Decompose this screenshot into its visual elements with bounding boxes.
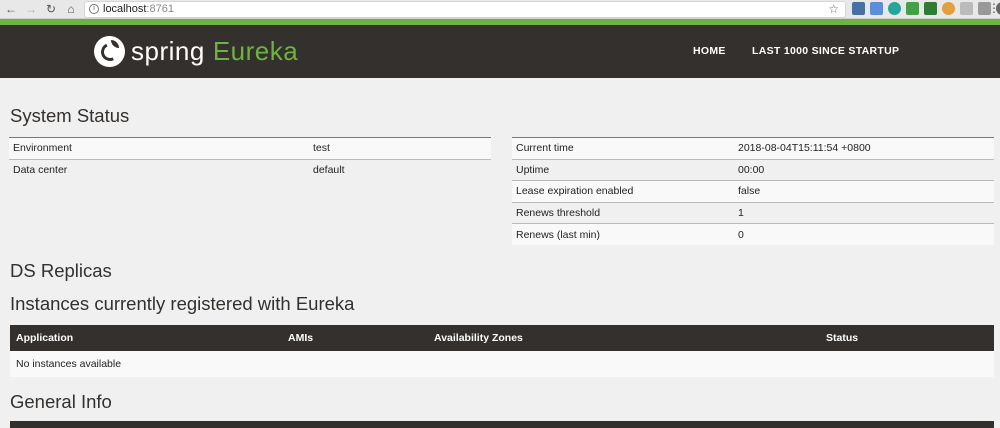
info-icon[interactable]: i — [89, 4, 99, 14]
instances-heading: Instances currently registered with Eure… — [10, 293, 355, 314]
column-header-application: Application — [10, 325, 282, 351]
status-key: Uptime — [512, 158, 734, 181]
column-header-availability-zones: Availability Zones — [428, 325, 820, 351]
table-header-row: Application AMIs Availability Zones Stat… — [10, 325, 994, 351]
system-status-left-table: Environment test Data center default — [9, 137, 491, 181]
table-row: Lease expiration enabled false — [512, 180, 994, 203]
table-row: Data center default — [9, 158, 491, 181]
table-row: Environment test — [9, 137, 491, 160]
bookmark-star-icon[interactable]: ☆ — [828, 2, 839, 17]
status-key: Renews (last min) — [512, 223, 734, 246]
extension-icon[interactable] — [870, 2, 883, 15]
status-value: 0 — [734, 223, 994, 246]
column-header-amis: AMIs — [282, 325, 428, 351]
column-header-status: Status — [820, 325, 994, 351]
status-value: 1 — [734, 201, 994, 224]
status-key: Renews threshold — [512, 201, 734, 224]
status-value: test — [309, 137, 491, 160]
status-value: false — [734, 180, 994, 203]
extension-icon[interactable] — [906, 2, 919, 15]
status-key: Current time — [512, 137, 734, 160]
nav-last-1000-link[interactable]: LAST 1000 SINCE STARTUP — [752, 45, 899, 57]
table-row: No instances available — [10, 351, 994, 377]
table-row: Renews threshold 1 — [512, 201, 994, 224]
status-value: 2018-08-04T15:11:54 +0800 — [734, 137, 994, 160]
extension-icons — [852, 2, 1000, 16]
url-port: :8761 — [146, 3, 174, 15]
empty-instances-message: No instances available — [10, 351, 994, 377]
table-row: Renews (last min) 0 — [512, 223, 994, 246]
status-key: Environment — [9, 137, 309, 160]
extension-icon[interactable] — [942, 2, 955, 15]
general-info-heading: General Info — [10, 391, 112, 412]
home-icon[interactable]: ⌂ — [64, 2, 78, 16]
reload-icon[interactable]: ↻ — [44, 2, 58, 16]
forward-arrow-icon[interactable]: → — [24, 2, 38, 16]
back-arrow-icon[interactable]: ← — [4, 2, 18, 16]
extension-icon[interactable] — [924, 2, 937, 15]
system-status-right-table: Current time 2018-08-04T15:11:54 +0800 U… — [512, 137, 994, 246]
status-value: default — [309, 158, 491, 181]
url-host: localhost — [103, 3, 147, 15]
extension-icon[interactable] — [960, 2, 973, 15]
address-bar[interactable]: i localhost:8761 ☆ — [84, 1, 846, 18]
logo-eureka-text: Eureka — [212, 35, 299, 66]
instances-table: Application AMIs Availability Zones Stat… — [10, 325, 994, 377]
system-status-heading: System Status — [10, 105, 130, 126]
extension-icon[interactable] — [888, 2, 901, 15]
spring-eureka-logo[interactable]: spring Eureka — [94, 34, 298, 68]
general-info-table-header — [10, 421, 994, 428]
extension-icon[interactable] — [852, 2, 865, 15]
status-value: 00:00 — [734, 158, 994, 181]
table-row: Current time 2018-08-04T15:11:54 +0800 — [512, 137, 994, 160]
spring-logo-icon — [94, 35, 125, 67]
logo-spring-text: spring — [131, 35, 205, 66]
browser-toolbar: ← → ↻ ⌂ i localhost:8761 ☆ ⋮ — [0, 0, 1000, 19]
table-row: Uptime 00:00 — [512, 158, 994, 181]
nav-home-link[interactable]: HOME — [693, 45, 726, 57]
ds-replicas-heading: DS Replicas — [10, 260, 112, 281]
navbar: spring Eureka HOME LAST 1000 SINCE START… — [0, 25, 1000, 78]
status-key: Lease expiration enabled — [512, 180, 734, 203]
browser-menu-icon[interactable]: ⋮ — [988, 1, 1000, 15]
status-key: Data center — [9, 158, 309, 181]
